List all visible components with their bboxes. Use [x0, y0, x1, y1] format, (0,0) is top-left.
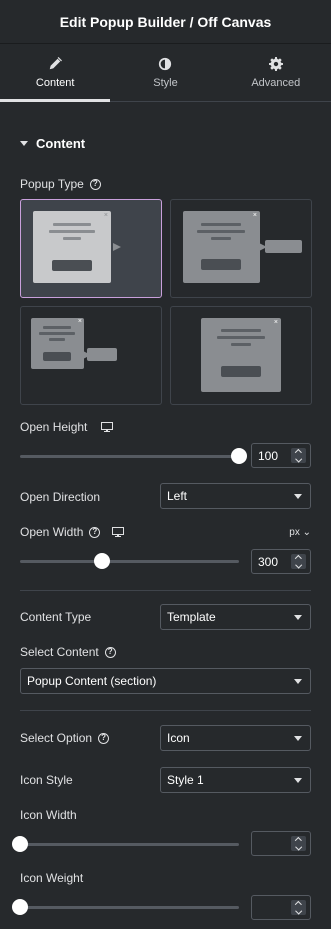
- popup-type-option-1[interactable]: ×: [20, 199, 162, 298]
- stepper-icon[interactable]: [291, 836, 306, 851]
- popup-type-option-3[interactable]: ×: [20, 306, 162, 405]
- icon-width-input[interactable]: [251, 831, 311, 856]
- select-option-value: Icon: [167, 731, 190, 745]
- dropdown-arrow-icon: [294, 615, 302, 620]
- stepper-icon[interactable]: [291, 900, 306, 915]
- divider: [20, 710, 311, 711]
- icon-width-slider-track[interactable]: [20, 843, 239, 846]
- contrast-icon: [159, 57, 172, 70]
- panel-title: Edit Popup Builder / Off Canvas: [59, 13, 272, 30]
- popup-mock: ×: [201, 318, 281, 392]
- pencil-icon: [49, 56, 63, 69]
- icon-weight-label-text: Icon Weight: [20, 871, 84, 885]
- popup-mock: ×: [33, 211, 111, 283]
- close-icon: ×: [77, 318, 82, 325]
- unit-selector[interactable]: px ⌄: [289, 527, 311, 538]
- icon-width-slider-handle[interactable]: [12, 836, 28, 852]
- open-width-label-text: Open Width: [20, 525, 84, 539]
- icon-style-label: Icon Style: [20, 773, 73, 787]
- unit-value: px: [289, 527, 300, 538]
- content-type-label-text: Content Type: [20, 610, 92, 624]
- select-content-value: Popup Content (section): [27, 674, 157, 688]
- dropdown-arrow-icon: [294, 778, 302, 783]
- stepper-icon[interactable]: [291, 448, 306, 463]
- popup-type-label: Popup Type ?: [20, 177, 101, 191]
- popup-type-selector: × × × ×: [20, 199, 312, 405]
- stepper-icon[interactable]: [291, 554, 306, 569]
- select-option-label-text: Select Option: [20, 731, 93, 745]
- open-height-value: 100: [258, 448, 279, 463]
- side-panel-mock: [87, 348, 117, 361]
- open-width-input[interactable]: 300: [251, 549, 311, 574]
- help-icon[interactable]: ?: [98, 732, 110, 744]
- dropdown-arrow-icon: [294, 736, 302, 741]
- icon-style-value: Style 1: [167, 773, 204, 787]
- open-direction-label: Open Direction: [20, 490, 100, 504]
- popup-type-option-2[interactable]: ×: [170, 199, 312, 298]
- open-direction-value: Left: [167, 489, 188, 503]
- monitor-icon[interactable]: [112, 526, 125, 538]
- open-width-slider-handle[interactable]: [94, 553, 110, 569]
- content-section-toggle[interactable]: Content: [20, 136, 85, 151]
- dropdown-arrow-icon: [294, 494, 302, 499]
- divider: [20, 590, 311, 591]
- panel-header: Edit Popup Builder / Off Canvas: [0, 0, 331, 44]
- icon-weight-slider-handle[interactable]: [12, 899, 28, 915]
- content-type-value: Template: [167, 610, 216, 624]
- tab-bar: Content Style Advanced: [0, 44, 331, 102]
- icon-style-select[interactable]: Style 1: [160, 767, 311, 793]
- open-height-slider-track[interactable]: [20, 455, 239, 458]
- tab-content[interactable]: Content: [0, 44, 111, 102]
- section-title: Content: [36, 136, 86, 151]
- select-content-label: Select Content ?: [20, 645, 116, 659]
- icon-weight-slider-track[interactable]: [20, 906, 239, 909]
- close-icon: ×: [252, 212, 257, 219]
- open-direction-select[interactable]: Left: [160, 483, 311, 509]
- popup-type-option-4[interactable]: ×: [170, 306, 312, 405]
- open-direction-label-text: Open Direction: [20, 490, 101, 504]
- open-height-label-text: Open Height: [20, 420, 88, 434]
- select-option-label: Select Option ?: [20, 731, 110, 745]
- open-height-input[interactable]: 100: [251, 443, 311, 468]
- icon-style-label-text: Icon Style: [20, 773, 73, 787]
- dropdown-arrow-icon: [294, 679, 302, 684]
- tab-style-label: Style: [153, 76, 178, 89]
- content-type-label: Content Type: [20, 610, 91, 624]
- arrow-right-icon: [113, 243, 121, 251]
- content-type-select[interactable]: Template: [160, 604, 311, 630]
- tab-content-label: Content: [35, 76, 75, 89]
- select-content-label-text: Select Content: [20, 645, 99, 659]
- popup-type-label-text: Popup Type: [20, 177, 84, 191]
- help-icon[interactable]: ?: [104, 646, 116, 658]
- help-icon[interactable]: ?: [89, 178, 101, 190]
- close-icon: ×: [103, 212, 108, 219]
- popup-mock: ×: [31, 318, 84, 369]
- open-height-slider-handle[interactable]: [231, 448, 247, 464]
- select-option-select[interactable]: Icon: [160, 725, 311, 751]
- caret-down-icon: [20, 141, 28, 146]
- popup-mock: ×: [183, 211, 260, 283]
- icon-width-label-text: Icon Width: [20, 808, 77, 822]
- close-icon: ×: [273, 319, 278, 326]
- monitor-icon[interactable]: [101, 421, 114, 433]
- open-height-label: Open Height: [20, 420, 114, 434]
- open-width-value: 300: [258, 554, 279, 569]
- icon-weight-input[interactable]: [251, 895, 311, 920]
- icon-width-label: Icon Width: [20, 808, 77, 822]
- open-width-slider-track[interactable]: [20, 560, 239, 563]
- open-width-label: Open Width ?: [20, 525, 125, 539]
- icon-weight-label: Icon Weight: [20, 871, 83, 885]
- tab-advanced[interactable]: Advanced: [221, 44, 331, 101]
- tab-advanced-label: Advanced: [251, 76, 301, 89]
- gear-icon: [268, 56, 283, 71]
- tab-style[interactable]: Style: [110, 44, 220, 101]
- help-icon[interactable]: ?: [89, 526, 101, 538]
- select-content-select[interactable]: Popup Content (section): [20, 668, 311, 694]
- side-panel-mock: [265, 240, 302, 253]
